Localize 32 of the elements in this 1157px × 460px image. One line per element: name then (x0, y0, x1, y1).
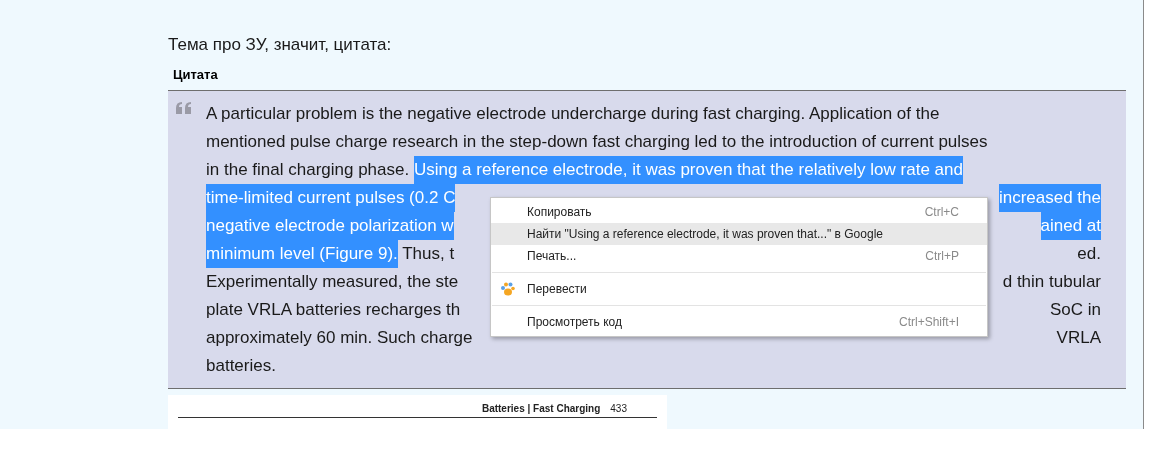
quote-text: approximately 60 min. Such charge (206, 327, 473, 349)
post-text: Тема про ЗУ, значит, цитата: (168, 34, 393, 56)
quote-text: negative electrode polarization w (206, 212, 454, 240)
quote-text: Experimentally measured, the ste (206, 271, 459, 293)
menu-item[interactable]: Перевести (491, 278, 987, 300)
quote-text: in the final charging phase. (206, 159, 411, 181)
menu-item[interactable]: Печать... Ctrl+P (491, 245, 987, 267)
quote-title: Цитата (173, 67, 219, 83)
shortcut-text: Ctrl+Shift+I (898, 314, 959, 331)
quote-text: plate VRLA batteries recharges th (206, 299, 461, 321)
menu-item[interactable]: Просмотреть код Ctrl+Shift+I (491, 311, 987, 333)
quote-text: A particular problem is the negative electrode undercharge during fast charging. Application of the (206, 103, 940, 125)
shortcut-text: Ctrl+C (924, 204, 959, 221)
quote-text: minimum level (Figure 9). (206, 240, 398, 268)
quote-text: mentioned pulse charge research in the step-down fast charging led to the introduction of current pulses (206, 131, 988, 153)
menu-item[interactable]: Найти "Using a reference electrode, it was proven that..." в Google (491, 223, 987, 245)
quote-text: Using a reference electrode, it was proven that the relatively low rate and (413, 156, 963, 184)
page-number: 433 (610, 402, 627, 416)
document-header: Batteries | Fast Charging (481, 402, 601, 416)
quote-text: VRLA (1056, 327, 1101, 349)
quote-mark-icon (176, 102, 192, 114)
quote-text: time-limited current pulses (0.2 C (206, 184, 456, 212)
quote-text: Thus, t (401, 243, 455, 265)
quote-text: SoC in (1049, 299, 1101, 321)
menu-item[interactable]: Копировать Ctrl+C (491, 201, 987, 223)
quote-text: d thin tubular (1002, 271, 1101, 293)
quote-text: batteries. (206, 355, 276, 377)
quote-text: increased the (998, 184, 1101, 212)
shortcut-text: Ctrl+P (925, 248, 959, 265)
quote-text: ained at (1040, 212, 1101, 240)
paw-icon (499, 281, 515, 297)
quote-text: ed. (1077, 243, 1101, 265)
